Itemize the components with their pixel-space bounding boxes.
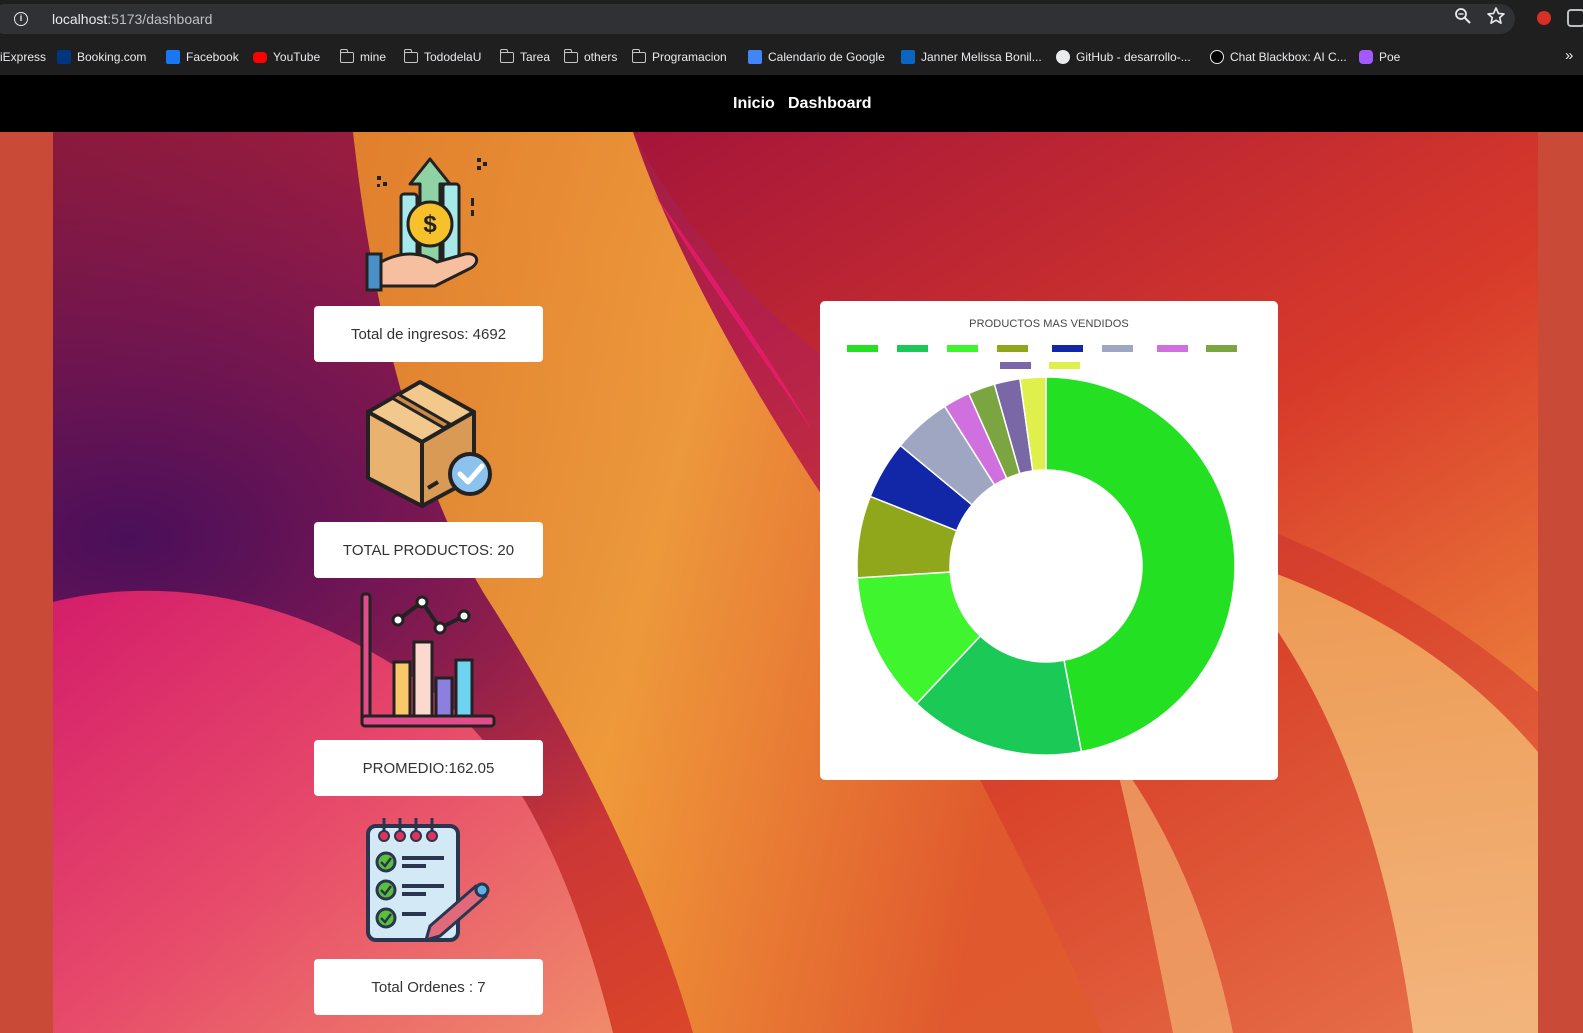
total-productos-card: TOTAL PRODUCTOS: 20 [314,522,543,578]
url-host: localhost [52,11,108,27]
donut-chart [847,345,1237,756]
bar-chart-icon [360,592,496,728]
bookmark-item[interactable]: Programacion [631,48,727,66]
folder-icon [563,48,578,63]
legend-swatch[interactable] [1206,345,1237,352]
bookmark-item[interactable]: Poe [1359,48,1400,66]
promedio-card: PROMEDIO:162.05 [314,740,543,796]
legend-swatch[interactable] [947,345,978,352]
legend-swatch[interactable] [1052,345,1083,352]
legend-swatch[interactable] [1102,345,1133,352]
bookmark-item[interactable]: mine [339,48,387,66]
bookmark-label: Chat Blackbox: AI C... [1230,50,1347,64]
bookmark-label: YouTube [273,50,321,64]
legend-swatch[interactable] [897,345,928,352]
bookmark-item[interactable]: Booking.com [57,48,146,66]
nav-inicio-link[interactable]: Inicio [733,95,775,113]
more-bookmarks-icon[interactable]: » [1565,47,1573,64]
github-icon [1056,50,1070,64]
bookmark-item[interactable]: TododelaU [403,48,482,66]
bookmark-item[interactable]: Janner Melissa Bonil... [901,48,1042,66]
blackbox-icon [1210,50,1224,64]
background-wallpaper [53,132,1538,1033]
checklist-notepad-icon [366,818,490,942]
zoom-icon[interactable] [1454,7,1472,25]
linkedin-icon [901,50,915,64]
svg-text:$: $ [423,211,437,238]
bookmark-item[interactable]: others [563,48,618,66]
bookmark-label: Calendario de Google [768,50,885,64]
bookmark-label: iExpress [0,50,47,64]
facebook-icon [166,50,180,64]
revenue-growth-icon: $ [365,157,487,292]
poe-icon [1359,50,1373,64]
extensions-puzzle-icon[interactable] [1567,9,1583,27]
bookmark-item[interactable]: iExpress [0,48,46,66]
dashboard-page: $ Total de ingresos: 4692 TOTAL PRODUCTO… [0,132,1583,1033]
folder-icon [339,48,354,63]
donut-slice[interactable] [1045,376,1236,753]
folder-icon [631,48,646,63]
total-ordenes-card: Total Ordenes : 7 [314,959,543,1015]
bookmark-label: Tarea [520,50,551,64]
bookmark-item[interactable]: Tarea [499,48,551,66]
legend-swatch[interactable] [1157,345,1188,352]
url-text[interactable]: localhost:5173/dashboard [52,11,212,27]
bookmark-label: others [584,50,618,64]
extension-icon[interactable] [1537,11,1551,25]
browser-toolbar: i localhost:5173/dashboard [0,0,1583,38]
app-navbar: Inicio Dashboard [0,75,1583,132]
legend-swatch[interactable] [847,345,878,352]
bookmark-label: mine [360,50,387,64]
calendar-icon [748,50,762,64]
folder-icon [403,48,418,63]
folder-icon [499,48,514,63]
bookmark-star-icon[interactable] [1486,6,1506,26]
productos-chart-card: PRODUCTOS MAS VENDIDOS [820,301,1278,780]
youtube-icon [253,51,267,63]
site-info-icon[interactable]: i [14,12,28,26]
bookmark-label: TododelaU [424,50,482,64]
bookmark-label: Janner Melissa Bonil... [921,50,1042,64]
bookmark-label: Booking.com [77,50,147,64]
nav-dashboard-link[interactable]: Dashboard [788,95,872,113]
bookmark-item[interactable]: YouTube [253,48,320,66]
url-path: :5173/dashboard [107,11,213,27]
address-bar[interactable]: i localhost:5173/dashboard [0,4,1515,34]
bookmark-item[interactable]: Chat Blackbox: AI C... [1210,48,1347,66]
bookmarks-bar: iExpress Booking.com Facebook YouTube mine To… [0,38,1583,75]
bookmark-item[interactable]: GitHub - desarrollo-... [1056,48,1191,66]
legend-swatch[interactable] [1000,362,1031,369]
package-check-icon [366,380,492,508]
booking-icon [57,50,71,64]
bookmark-label: Facebook [186,50,239,64]
legend-swatch[interactable] [997,345,1028,352]
bookmark-label: Poe [1379,50,1401,64]
legend-swatch[interactable] [1049,362,1080,369]
bookmark-item[interactable]: Facebook [166,48,239,66]
total-ingresos-card: Total de ingresos: 4692 [314,306,543,362]
bookmark-item[interactable]: Calendario de Google [748,48,885,66]
bookmark-label: GitHub - desarrollo-... [1076,50,1191,64]
bookmark-label: Programacion [652,50,727,64]
